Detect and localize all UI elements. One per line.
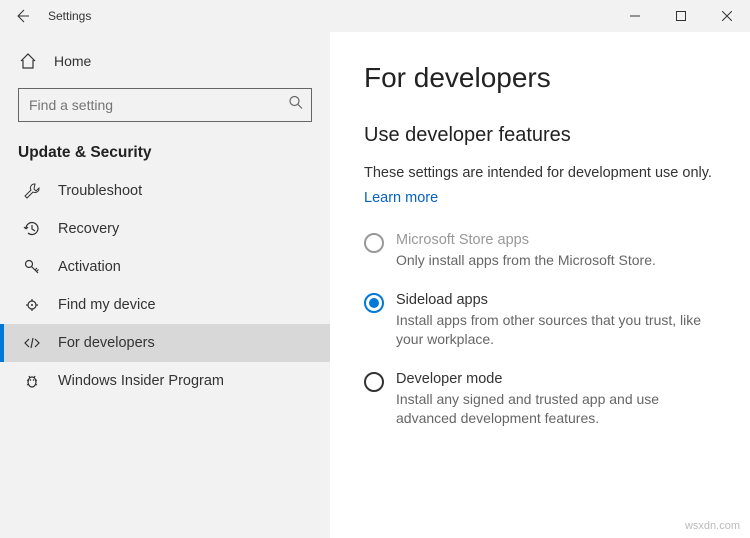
- radio-icon: [364, 293, 384, 313]
- main-panel: For developers Use developer features Th…: [330, 32, 750, 538]
- radio-group: Microsoft Store apps Only install apps f…: [364, 232, 722, 427]
- home-nav[interactable]: Home: [0, 44, 330, 78]
- sidebar-item-label: Recovery: [58, 221, 119, 237]
- sidebar-item-activation[interactable]: Activation: [0, 248, 330, 286]
- content-area: Home Update & Security Troubleshoot Reco…: [0, 32, 750, 538]
- page-description: These settings are intended for developm…: [364, 165, 722, 181]
- sidebar-item-for-developers[interactable]: For developers: [0, 324, 330, 362]
- search-container: [18, 88, 312, 122]
- window-title: Settings: [48, 9, 91, 23]
- sidebar-item-label: For developers: [58, 335, 155, 351]
- radio-title: Sideload apps: [396, 292, 722, 308]
- history-icon: [22, 220, 42, 238]
- radio-icon: [364, 233, 384, 253]
- sidebar-item-recovery[interactable]: Recovery: [0, 210, 330, 248]
- radio-microsoft-store-apps[interactable]: Microsoft Store apps Only install apps f…: [364, 232, 722, 270]
- sidebar-item-label: Windows Insider Program: [58, 373, 224, 389]
- radio-icon: [364, 372, 384, 392]
- learn-more-link[interactable]: Learn more: [364, 190, 438, 206]
- watermark: wsxdn.com: [685, 520, 740, 532]
- titlebar: Settings: [0, 0, 750, 32]
- radio-desc: Install any signed and trusted app and u…: [396, 390, 722, 428]
- maximize-icon: [676, 11, 686, 21]
- wrench-icon: [22, 182, 42, 200]
- page-heading: For developers: [364, 62, 722, 94]
- close-icon: [722, 11, 732, 21]
- minimize-icon: [630, 11, 640, 21]
- sidebar-item-label: Troubleshoot: [58, 183, 142, 199]
- search-input[interactable]: [18, 88, 312, 122]
- arrow-left-icon: [14, 8, 30, 24]
- search-icon: [288, 95, 304, 116]
- page-subheading: Use developer features: [364, 124, 722, 147]
- home-label: Home: [54, 53, 91, 69]
- radio-desc: Install apps from other sources that you…: [396, 311, 722, 349]
- radio-developer-mode[interactable]: Developer mode Install any signed and tr…: [364, 371, 722, 428]
- bug-icon: [22, 372, 42, 390]
- radio-sideload-apps[interactable]: Sideload apps Install apps from other so…: [364, 292, 722, 349]
- location-icon: [22, 296, 42, 314]
- back-button[interactable]: [8, 2, 36, 30]
- sidebar: Home Update & Security Troubleshoot Reco…: [0, 32, 330, 538]
- key-icon: [22, 258, 42, 276]
- close-button[interactable]: [704, 0, 750, 32]
- radio-desc: Only install apps from the Microsoft Sto…: [396, 251, 656, 270]
- home-icon: [18, 52, 38, 70]
- radio-title: Microsoft Store apps: [396, 232, 656, 248]
- code-icon: [22, 334, 42, 352]
- sidebar-item-windows-insider[interactable]: Windows Insider Program: [0, 362, 330, 400]
- section-header: Update & Security: [0, 140, 330, 172]
- sidebar-item-find-my-device[interactable]: Find my device: [0, 286, 330, 324]
- maximize-button[interactable]: [658, 0, 704, 32]
- minimize-button[interactable]: [612, 0, 658, 32]
- sidebar-item-label: Activation: [58, 259, 121, 275]
- sidebar-item-troubleshoot[interactable]: Troubleshoot: [0, 172, 330, 210]
- sidebar-item-label: Find my device: [58, 297, 156, 313]
- radio-title: Developer mode: [396, 371, 722, 387]
